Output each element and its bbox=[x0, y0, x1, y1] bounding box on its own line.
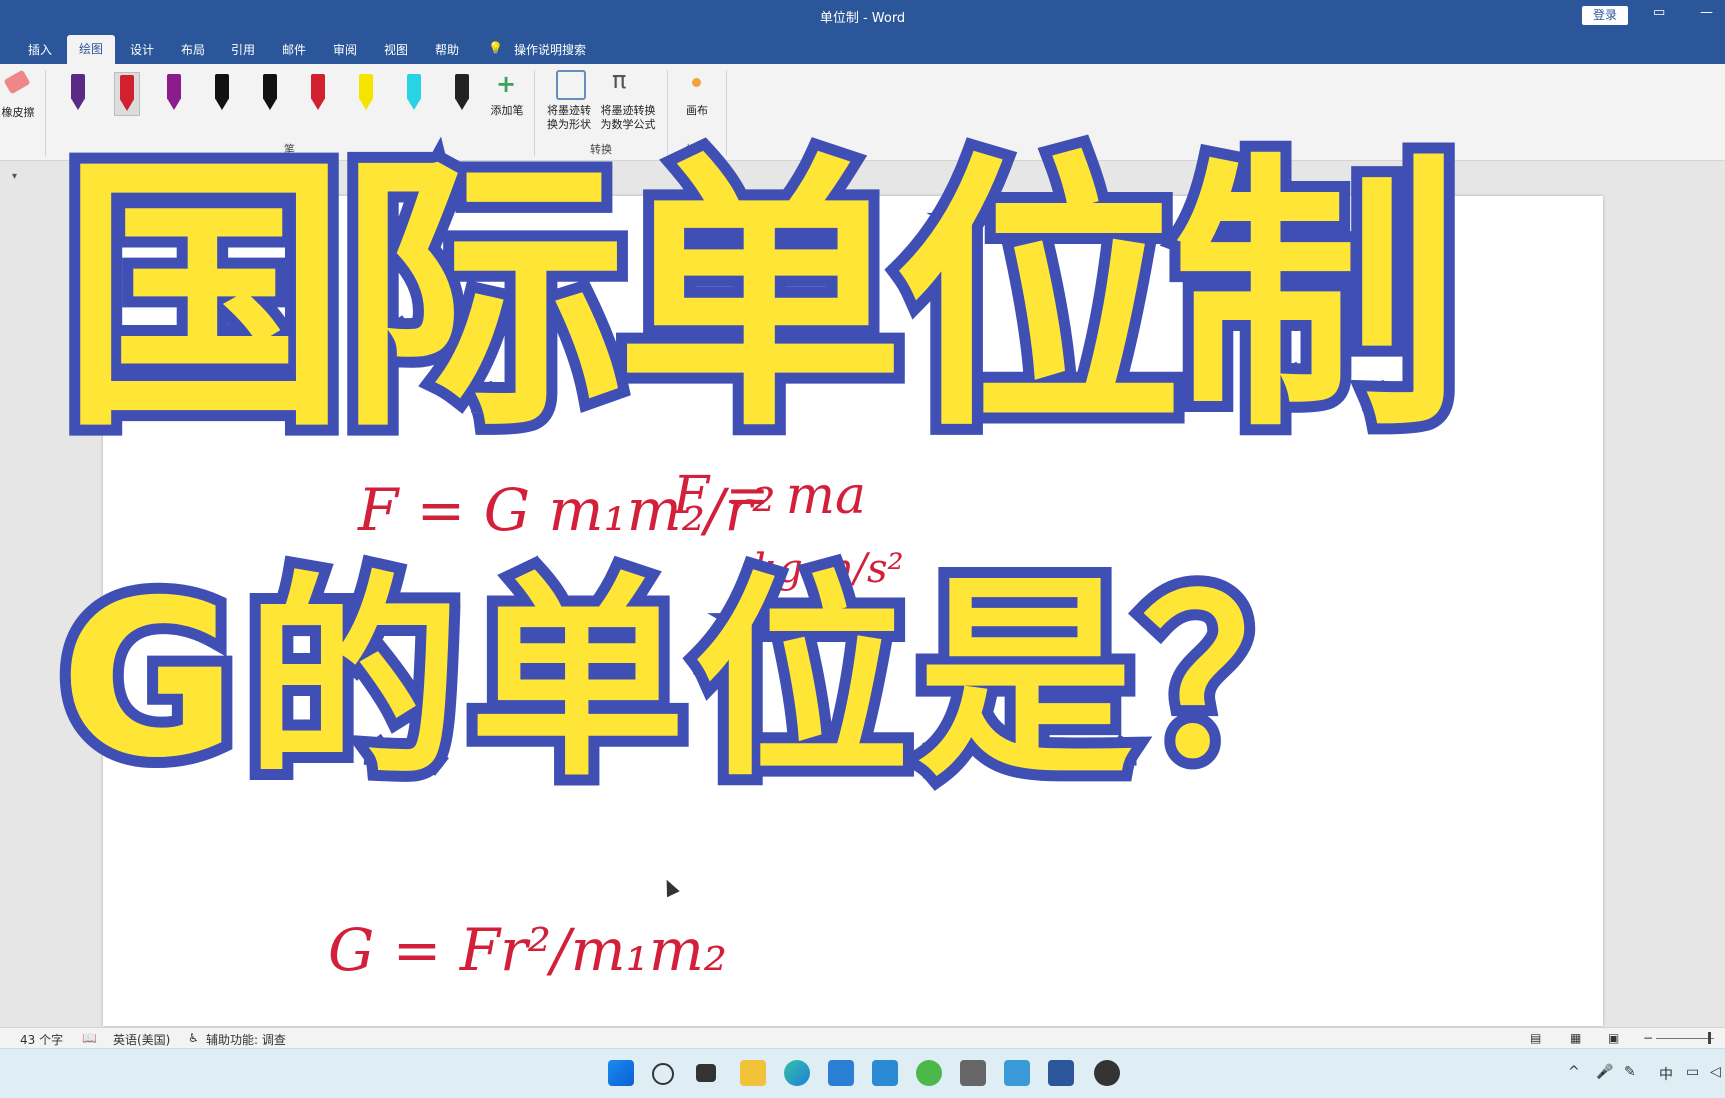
accessibility-icon: ♿ bbox=[188, 1031, 199, 1045]
pen-tip-icon bbox=[167, 74, 181, 100]
lightbulb-icon: 💡 bbox=[488, 41, 503, 55]
network-icon[interactable]: ▭ bbox=[1686, 1064, 1699, 1080]
pen-tip-icon bbox=[407, 74, 421, 100]
pen-1[interactable] bbox=[66, 72, 90, 114]
microphone-icon[interactable]: 🎤 bbox=[1596, 1064, 1613, 1080]
language-status[interactable]: 英语(美国) bbox=[113, 1031, 170, 1048]
pen-tip-icon bbox=[359, 74, 373, 100]
zoom-slider-thumb[interactable] bbox=[1708, 1032, 1711, 1044]
file-explorer-icon[interactable] bbox=[740, 1060, 766, 1086]
tab-review[interactable]: 审阅 bbox=[333, 41, 357, 58]
store-icon[interactable] bbox=[828, 1060, 854, 1086]
pen-tip-icon bbox=[120, 75, 134, 101]
web-layout-icon[interactable]: ▣ bbox=[1608, 1031, 1619, 1045]
ime-indicator[interactable]: 中 bbox=[1659, 1064, 1673, 1084]
pen-2[interactable] bbox=[114, 72, 140, 116]
tab-mailings[interactable]: 邮件 bbox=[282, 41, 306, 58]
task-view-icon[interactable] bbox=[696, 1064, 716, 1082]
browser-icon[interactable] bbox=[916, 1060, 942, 1086]
ink-to-shape-button[interactable]: 将墨迹转换为形状 bbox=[542, 104, 596, 132]
ink-equation-newton: F = ma bbox=[673, 466, 867, 526]
login-button[interactable]: 登录 bbox=[1582, 6, 1628, 25]
word-icon[interactable] bbox=[1048, 1060, 1074, 1086]
pen-point-icon bbox=[456, 100, 468, 110]
taskbar: ^ 🎤 ✎ 中 ▭ ◁ bbox=[0, 1048, 1725, 1098]
plus-icon[interactable]: + bbox=[496, 70, 516, 98]
group-separator bbox=[45, 70, 46, 156]
pen-tip-icon bbox=[311, 74, 325, 100]
app-icon[interactable] bbox=[872, 1060, 898, 1086]
pen-point-icon bbox=[360, 100, 372, 110]
pen-tip-icon bbox=[455, 74, 469, 100]
tab-view[interactable]: 视图 bbox=[384, 41, 408, 58]
proofing-icon[interactable]: 📖 bbox=[82, 1031, 97, 1045]
ink-equation-g: G = Fr²/m₁m₂ bbox=[328, 916, 728, 984]
tab-layout[interactable]: 布局 bbox=[181, 41, 205, 58]
accessibility-status[interactable]: 辅助功能: 调查 bbox=[206, 1031, 286, 1048]
chevron-up-icon[interactable]: ^ bbox=[1568, 1064, 1580, 1080]
math-convert-icon: π bbox=[612, 66, 627, 94]
tab-insert[interactable]: 插入 bbox=[28, 41, 52, 58]
calculator-icon[interactable] bbox=[960, 1060, 986, 1086]
title-bar: 单位制 - Word 登录 ▭ — bbox=[0, 0, 1725, 32]
recorder-icon[interactable] bbox=[1094, 1060, 1120, 1086]
pen-tip-icon bbox=[71, 74, 85, 100]
print-layout-icon[interactable]: ▦ bbox=[1570, 1031, 1581, 1045]
edge-icon[interactable] bbox=[784, 1060, 810, 1086]
pen-point-icon bbox=[408, 100, 420, 110]
collapse-icon[interactable]: ▾ bbox=[12, 171, 17, 182]
volume-icon[interactable]: ◁ bbox=[1710, 1064, 1721, 1080]
canvas-icon bbox=[692, 78, 701, 87]
pen-point-icon bbox=[168, 100, 180, 110]
minimize-icon[interactable]: — bbox=[1700, 5, 1713, 20]
add-pen-button[interactable]: 添加笔 bbox=[488, 104, 526, 118]
read-mode-icon[interactable]: ▤ bbox=[1530, 1031, 1541, 1045]
start-icon[interactable] bbox=[608, 1060, 634, 1086]
pen-icon[interactable]: ✎ bbox=[1624, 1064, 1636, 1080]
pen-point-icon bbox=[312, 100, 324, 110]
notepad-icon[interactable] bbox=[1004, 1060, 1030, 1086]
pen-3[interactable] bbox=[162, 72, 186, 114]
pen-7[interactable] bbox=[354, 72, 378, 114]
ink-to-math-button[interactable]: 将墨迹转换为数学公式 bbox=[596, 104, 660, 132]
ribbon-display-icon[interactable]: ▭ bbox=[1653, 5, 1665, 20]
mouse-cursor-icon bbox=[660, 876, 680, 898]
overlay-question: G的单位是？ bbox=[49, 549, 1368, 811]
eraser-label[interactable]: 橡皮擦 bbox=[0, 106, 36, 120]
window-title: 单位制 - Word bbox=[819, 11, 906, 26]
ribbon-tabs: 插入 绘图 设计 布局 引用 邮件 审阅 视图 帮助 💡 操作说明搜索 bbox=[0, 32, 1725, 64]
shape-convert-icon bbox=[556, 70, 586, 100]
tab-draw[interactable]: 绘图 bbox=[67, 35, 116, 64]
tab-design[interactable]: 设计 bbox=[130, 41, 154, 58]
pen-tip-icon bbox=[263, 74, 277, 100]
tab-help[interactable]: 帮助 bbox=[435, 41, 459, 58]
zoom-out-icon[interactable]: − bbox=[1643, 1031, 1653, 1045]
word-count[interactable]: 43 个字 bbox=[20, 1031, 63, 1048]
pen-5[interactable] bbox=[258, 72, 282, 114]
canvas-button[interactable]: 画布 bbox=[682, 104, 712, 118]
overlay-headline: 国际单位制 bbox=[49, 130, 1471, 465]
status-bar: 43 个字 📖 英语(美国) ♿ 辅助功能: 调查 ▤ ▦ ▣ − bbox=[0, 1027, 1725, 1048]
pen-point-icon bbox=[216, 100, 228, 110]
tell-me-search[interactable]: 操作说明搜索 bbox=[514, 41, 586, 58]
pen-point-icon bbox=[72, 100, 84, 110]
pen-9[interactable] bbox=[450, 72, 474, 114]
pen-6[interactable] bbox=[306, 72, 330, 114]
zoom-slider[interactable] bbox=[1656, 1038, 1714, 1039]
tab-references[interactable]: 引用 bbox=[231, 41, 255, 58]
pen-tip-icon bbox=[215, 74, 229, 100]
eraser-icon[interactable] bbox=[3, 69, 31, 95]
pen-point-icon bbox=[121, 101, 133, 111]
pen-4[interactable] bbox=[210, 72, 234, 114]
pen-8[interactable] bbox=[402, 72, 426, 114]
search-icon[interactable] bbox=[652, 1063, 674, 1085]
pen-point-icon bbox=[264, 100, 276, 110]
